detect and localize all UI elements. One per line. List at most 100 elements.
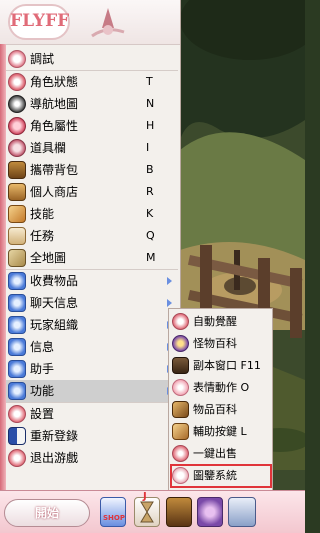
emote-icon (172, 379, 189, 396)
menu-item-relogin[interactable]: 重新登錄 (6, 425, 178, 447)
taskbar: 開始 SHOP (0, 490, 305, 533)
menu-item-navigation-map[interactable]: 導航地圖 N (6, 93, 178, 115)
submenu-item-codex[interactable]: 圖鑒系統 (170, 464, 272, 488)
menu-item-shortcut: T (146, 75, 153, 88)
submenu-item-label: 表情動作 O (193, 381, 250, 394)
menu-item-exit[interactable]: 退出游戲 (6, 447, 178, 469)
submenu-item-quick-sell[interactable]: 一鍵出售 (171, 443, 271, 465)
menu-item-label: 聊天信息 (30, 296, 79, 310)
menu-item-label: 角色屬性 (30, 119, 79, 133)
inventory-bag-icon[interactable] (166, 497, 192, 527)
submenu-item-label: 物品百科 (193, 403, 237, 416)
character-portrait-icon[interactable] (197, 497, 223, 527)
menu-item-label: 個人商店 (30, 185, 79, 199)
menu-item-paid-items[interactable]: 收費物品 (6, 270, 178, 292)
monster-encyclopedia-icon (172, 335, 189, 352)
menu-item-label: 技能 (30, 207, 55, 221)
dungeon-window-icon (172, 357, 189, 374)
menu-item-debug[interactable]: 調試 (6, 48, 178, 71)
menu-item-info[interactable]: 信息 (6, 336, 178, 358)
info-icon (8, 338, 26, 356)
menu-item-character-status[interactable]: 角色狀態 T (6, 71, 178, 93)
function-submenu-list: 自動覺醒 怪物百科 副本窗口 F11 表情動作 O 物品百科 輔助按鍵 L 一鍵… (170, 311, 272, 488)
item-encyclopedia-icon (172, 401, 189, 418)
backpack-icon (8, 161, 26, 179)
quest-icon (8, 227, 26, 245)
shop-label: SHOP (103, 514, 125, 522)
menu-item-shortcut: N (146, 97, 155, 110)
menu-item-shortcut: Q (146, 229, 155, 242)
menu-item-label: 玩家組織 (30, 318, 79, 332)
guild-icon (8, 316, 26, 334)
world-map-icon (8, 249, 26, 267)
menu-item-shortcut: B (146, 163, 154, 176)
submenu-item-item-encyclopedia[interactable]: 物品百科 (171, 399, 271, 421)
submenu-item-emote[interactable]: 表情動作 O (171, 377, 271, 399)
paid-items-icon (8, 272, 26, 290)
character-attribute-icon (8, 117, 26, 135)
shop-button[interactable]: SHOP (100, 497, 126, 527)
start-button[interactable]: 開始 (4, 499, 90, 527)
menu-item-quest[interactable]: 任務 Q (6, 225, 178, 247)
skill-icon (8, 205, 26, 223)
menu-item-label: 導航地圖 (30, 97, 79, 111)
helper-icon (8, 360, 26, 378)
menu-item-label: 設置 (30, 407, 55, 421)
menu-item-label: 攜帶背包 (30, 163, 79, 177)
main-menu-list: 調試 角色狀態 T 導航地圖 N 角色屬性 H 道具欄 I 攜帶背包 B 個人商… (6, 48, 178, 469)
menu-item-shortcut: I (146, 141, 150, 154)
navigation-map-icon (8, 95, 26, 113)
menu-item-label: 調試 (30, 52, 55, 66)
menu-item-shortcut: R (146, 185, 154, 198)
menu-item-label: 全地圖 (30, 251, 67, 265)
menu-item-helper[interactable]: 助手 (6, 358, 178, 380)
assist-key-icon (172, 423, 189, 440)
quick-sell-icon (172, 445, 189, 462)
menu-item-guild[interactable]: 玩家組織 (6, 314, 178, 336)
submenu-item-label: 圖鑒系統 (193, 469, 237, 482)
submenu-item-label: 一鍵出售 (193, 447, 237, 460)
menu-item-skill[interactable]: 技能 K (6, 203, 178, 225)
game-logo: FLYFF (8, 4, 70, 40)
hourglass-glyph (140, 501, 154, 523)
menu-item-backpack[interactable]: 攜帶背包 B (6, 159, 178, 181)
menu-item-label: 信息 (30, 340, 55, 354)
menu-item-function[interactable]: 功能 (6, 380, 178, 403)
menu-item-shortcut: M (146, 251, 156, 264)
function-submenu: 自動覺醒 怪物百科 副本窗口 F11 表情動作 O 物品百科 輔助按鍵 L 一鍵… (168, 308, 273, 492)
hourglass-icon[interactable] (134, 497, 160, 527)
submenu-item-monster-encyclopedia[interactable]: 怪物百科 (171, 333, 271, 355)
submenu-item-label: 怪物百科 (193, 337, 237, 350)
menu-item-settings[interactable]: 設置 (6, 403, 178, 425)
submenu-item-label: 自動覺醒 (193, 315, 237, 328)
menu-item-label: 助手 (30, 362, 55, 376)
menu-item-shortcut: K (146, 207, 154, 220)
codex-icon (172, 467, 189, 484)
menu-item-label: 收費物品 (30, 274, 79, 288)
system-gear-icon[interactable] (228, 497, 256, 527)
menu-item-personal-shop[interactable]: 個人商店 R (6, 181, 178, 203)
relogin-icon (8, 427, 26, 445)
submenu-arrow-icon (167, 299, 172, 307)
submenu-item-assist-key[interactable]: 輔助按鍵 L (171, 421, 271, 443)
submenu-item-label: 輔助按鍵 L (193, 425, 247, 438)
main-menu: FLYFF 調試 角色狀態 T 導航地圖 N 角色屬性 H 道具欄 I 攜帶背包… (0, 0, 181, 490)
function-icon (8, 382, 26, 400)
menu-item-label: 功能 (30, 384, 55, 398)
submenu-item-auto-awaken[interactable]: 自動覺醒 (171, 311, 271, 333)
menu-item-label: 重新登錄 (30, 429, 79, 443)
submenu-item-dungeon-window[interactable]: 副本窗口 F11 (171, 355, 271, 377)
submenu-item-label: 副本窗口 F11 (193, 359, 261, 372)
menu-item-label: 任務 (30, 229, 55, 243)
menu-item-label: 退出游戲 (30, 451, 79, 465)
menu-item-world-map[interactable]: 全地圖 M (6, 247, 178, 270)
personal-shop-icon (8, 183, 26, 201)
auto-awaken-icon (172, 313, 189, 330)
menu-item-character-attribute[interactable]: 角色屬性 H (6, 115, 178, 137)
settings-icon (8, 405, 26, 423)
shortcut-hint: J (143, 491, 147, 502)
menu-item-chat[interactable]: 聊天信息 (6, 292, 178, 314)
menu-item-label: 道具欄 (30, 141, 67, 155)
menu-item-shortcut: H (146, 119, 155, 132)
menu-item-item-bar[interactable]: 道具欄 I (6, 137, 178, 159)
